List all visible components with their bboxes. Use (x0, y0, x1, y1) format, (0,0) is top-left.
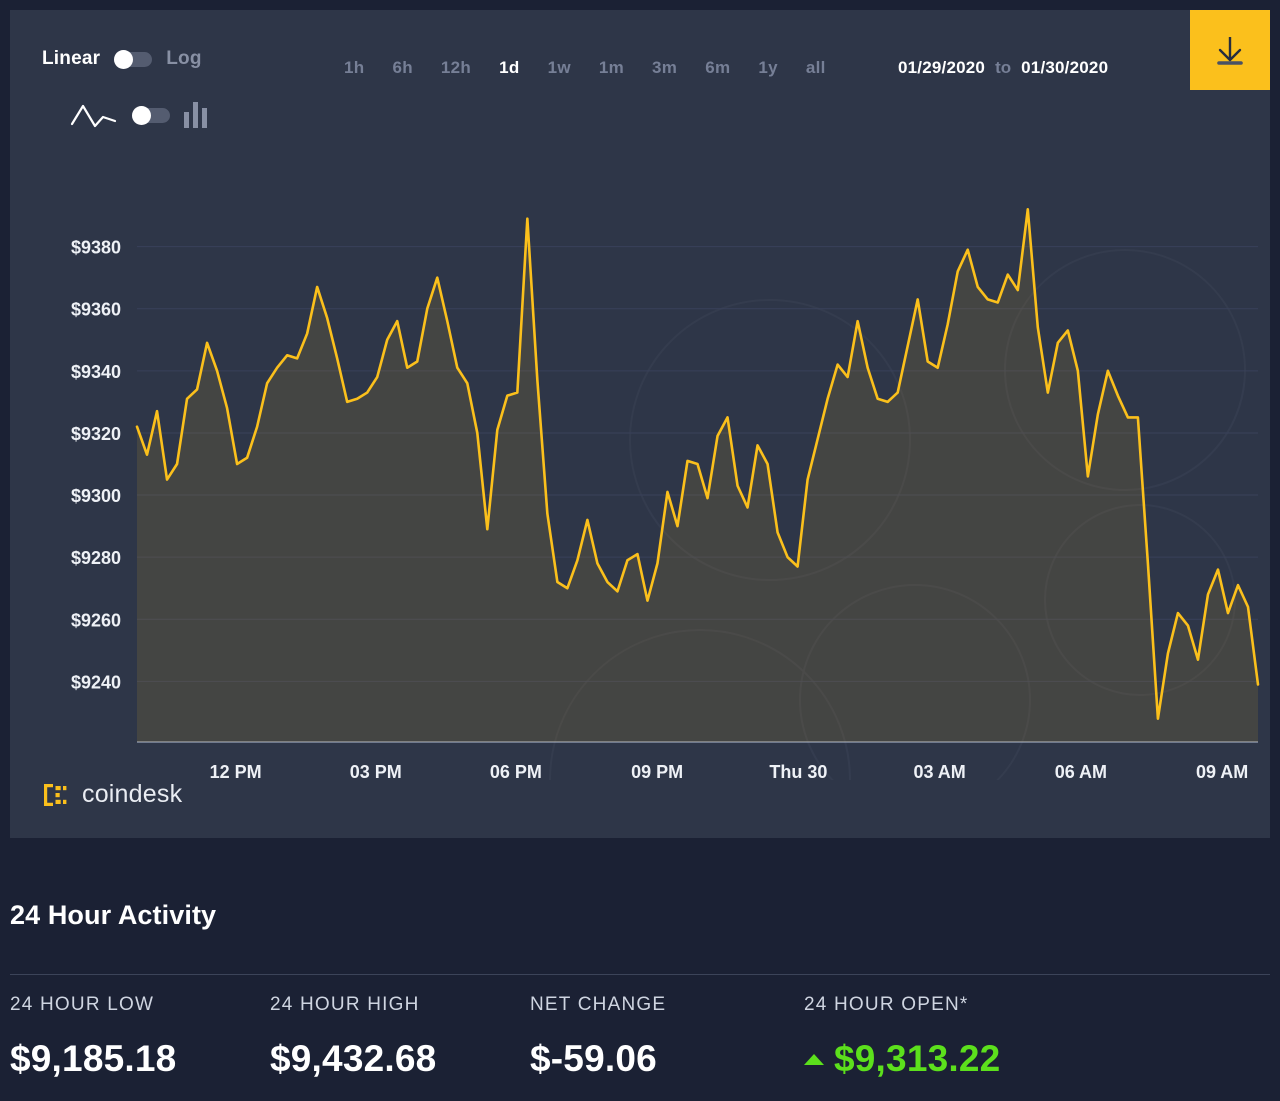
stat-24-hour-open: 24 HOUR OPEN* $9,313.22 (790, 994, 1110, 1080)
stat-value: $-59.06 (530, 1038, 657, 1079)
charttype-toggle[interactable] (132, 105, 170, 125)
stat-value: $9,313.22 (834, 1038, 1001, 1079)
range-1m[interactable]: 1m (585, 58, 638, 78)
stat-value: $9,432.68 (270, 1038, 437, 1079)
x-axis-tick-label: 12 PM (210, 762, 262, 780)
coindesk-logo-icon (44, 783, 67, 806)
time-range-group: 1h 6h 12h 1d 1w 1m 3m 6m 1y all (330, 58, 840, 78)
activity-section: 24 Hour Activity 24 HOUR LOW $9,185.18 2… (0, 838, 1280, 1101)
coindesk-wordmark: coindesk (82, 780, 183, 808)
stat-label: 24 HOUR HIGH (270, 994, 420, 1015)
coindesk-brand: coindesk (42, 780, 182, 809)
x-axis-tick-label: 09 AM (1196, 762, 1248, 780)
y-axis-tick-label: $9240 (71, 672, 121, 692)
y-axis-tick-label: $9360 (71, 300, 121, 320)
x-axis-tick-label: 06 PM (490, 762, 542, 780)
stat-value-wrap: $9,313.22 (804, 1038, 1110, 1080)
stat-24-hour-low: 24 HOUR LOW $9,185.18 (10, 994, 270, 1080)
activity-stats: 24 HOUR LOW $9,185.18 24 HOUR HIGH $9,43… (10, 994, 1110, 1080)
price-chart[interactable]: $9240 $9260 $9280 $9300 $9320 $9340 $9360 $9380… (10, 140, 1270, 780)
y-axis-tick-label: $9340 (71, 362, 121, 382)
line-chart-icon[interactable] (70, 102, 118, 128)
scale-linear-label[interactable]: Linear (42, 48, 100, 70)
date-to[interactable]: 01/30/2020 (1021, 58, 1108, 78)
range-1y[interactable]: 1y (744, 58, 792, 78)
y-axis-tick-label: $9320 (71, 424, 121, 444)
range-1w[interactable]: 1w (534, 58, 585, 78)
stat-24-hour-high: 24 HOUR HIGH $9,432.68 (270, 994, 530, 1080)
stat-value: $9,185.18 (10, 1038, 177, 1079)
price-area-fill (137, 209, 1258, 742)
scale-toggle[interactable] (114, 49, 153, 69)
scale-log-label[interactable]: Log (166, 48, 201, 70)
btc-price-widget: Linear Log 1h 6h 12h 1d 1w 1m 3m 6m 1y a… (0, 0, 1280, 1101)
stat-label: 24 HOUR LOW (10, 994, 155, 1015)
range-12h[interactable]: 12h (427, 58, 485, 78)
x-axis-tick-label: 09 PM (631, 762, 683, 780)
y-axis-tick-label: $9300 (71, 486, 121, 506)
charttype-toggle-group (70, 102, 207, 128)
caret-up-icon (804, 1053, 824, 1065)
activity-divider (10, 974, 1270, 975)
price-chart-svg: $9240 $9260 $9280 $9300 $9320 $9340 $9360 $9380… (71, 208, 1260, 780)
range-3m[interactable]: 3m (638, 58, 691, 78)
stat-label: NET CHANGE (530, 994, 667, 1015)
x-axis-tick-label: Thu 30 (769, 762, 827, 780)
activity-title: 24 Hour Activity (10, 900, 217, 930)
date-range-separator: to (995, 58, 1012, 77)
chart-card: Linear Log 1h 6h 12h 1d 1w 1m 3m 6m 1y a… (10, 10, 1270, 838)
chart-toolbar: Linear Log 1h 6h 12h 1d 1w 1m 3m 6m 1y a… (10, 10, 1270, 140)
range-6m[interactable]: 6m (691, 58, 744, 78)
y-axis-tick-label: $9260 (71, 610, 121, 630)
x-axis-tick-label: 03 AM (913, 762, 965, 780)
range-1d[interactable]: 1d (485, 58, 533, 78)
x-axis-tick-label: 03 PM (350, 762, 402, 780)
toggle-knob (132, 105, 151, 125)
bar-chart-icon[interactable] (184, 102, 207, 128)
y-axis-tick-label: $9280 (71, 548, 121, 568)
download-icon (1217, 37, 1243, 65)
date-range: 01/29/2020 to 01/30/2020 (898, 58, 1108, 78)
x-axis-tick-label: 06 AM (1055, 762, 1107, 780)
range-all[interactable]: all (792, 58, 840, 78)
scale-toggle-group: Linear Log (42, 48, 202, 70)
y-axis-tick-label: $9380 (71, 238, 121, 258)
date-from[interactable]: 01/29/2020 (898, 58, 985, 78)
stat-label: 24 HOUR OPEN* (804, 994, 969, 1015)
stat-net-change: NET CHANGE $-59.06 (530, 994, 790, 1080)
range-1h[interactable]: 1h (330, 58, 378, 78)
range-6h[interactable]: 6h (378, 58, 426, 78)
download-button[interactable] (1190, 10, 1270, 90)
toggle-knob (114, 49, 134, 69)
